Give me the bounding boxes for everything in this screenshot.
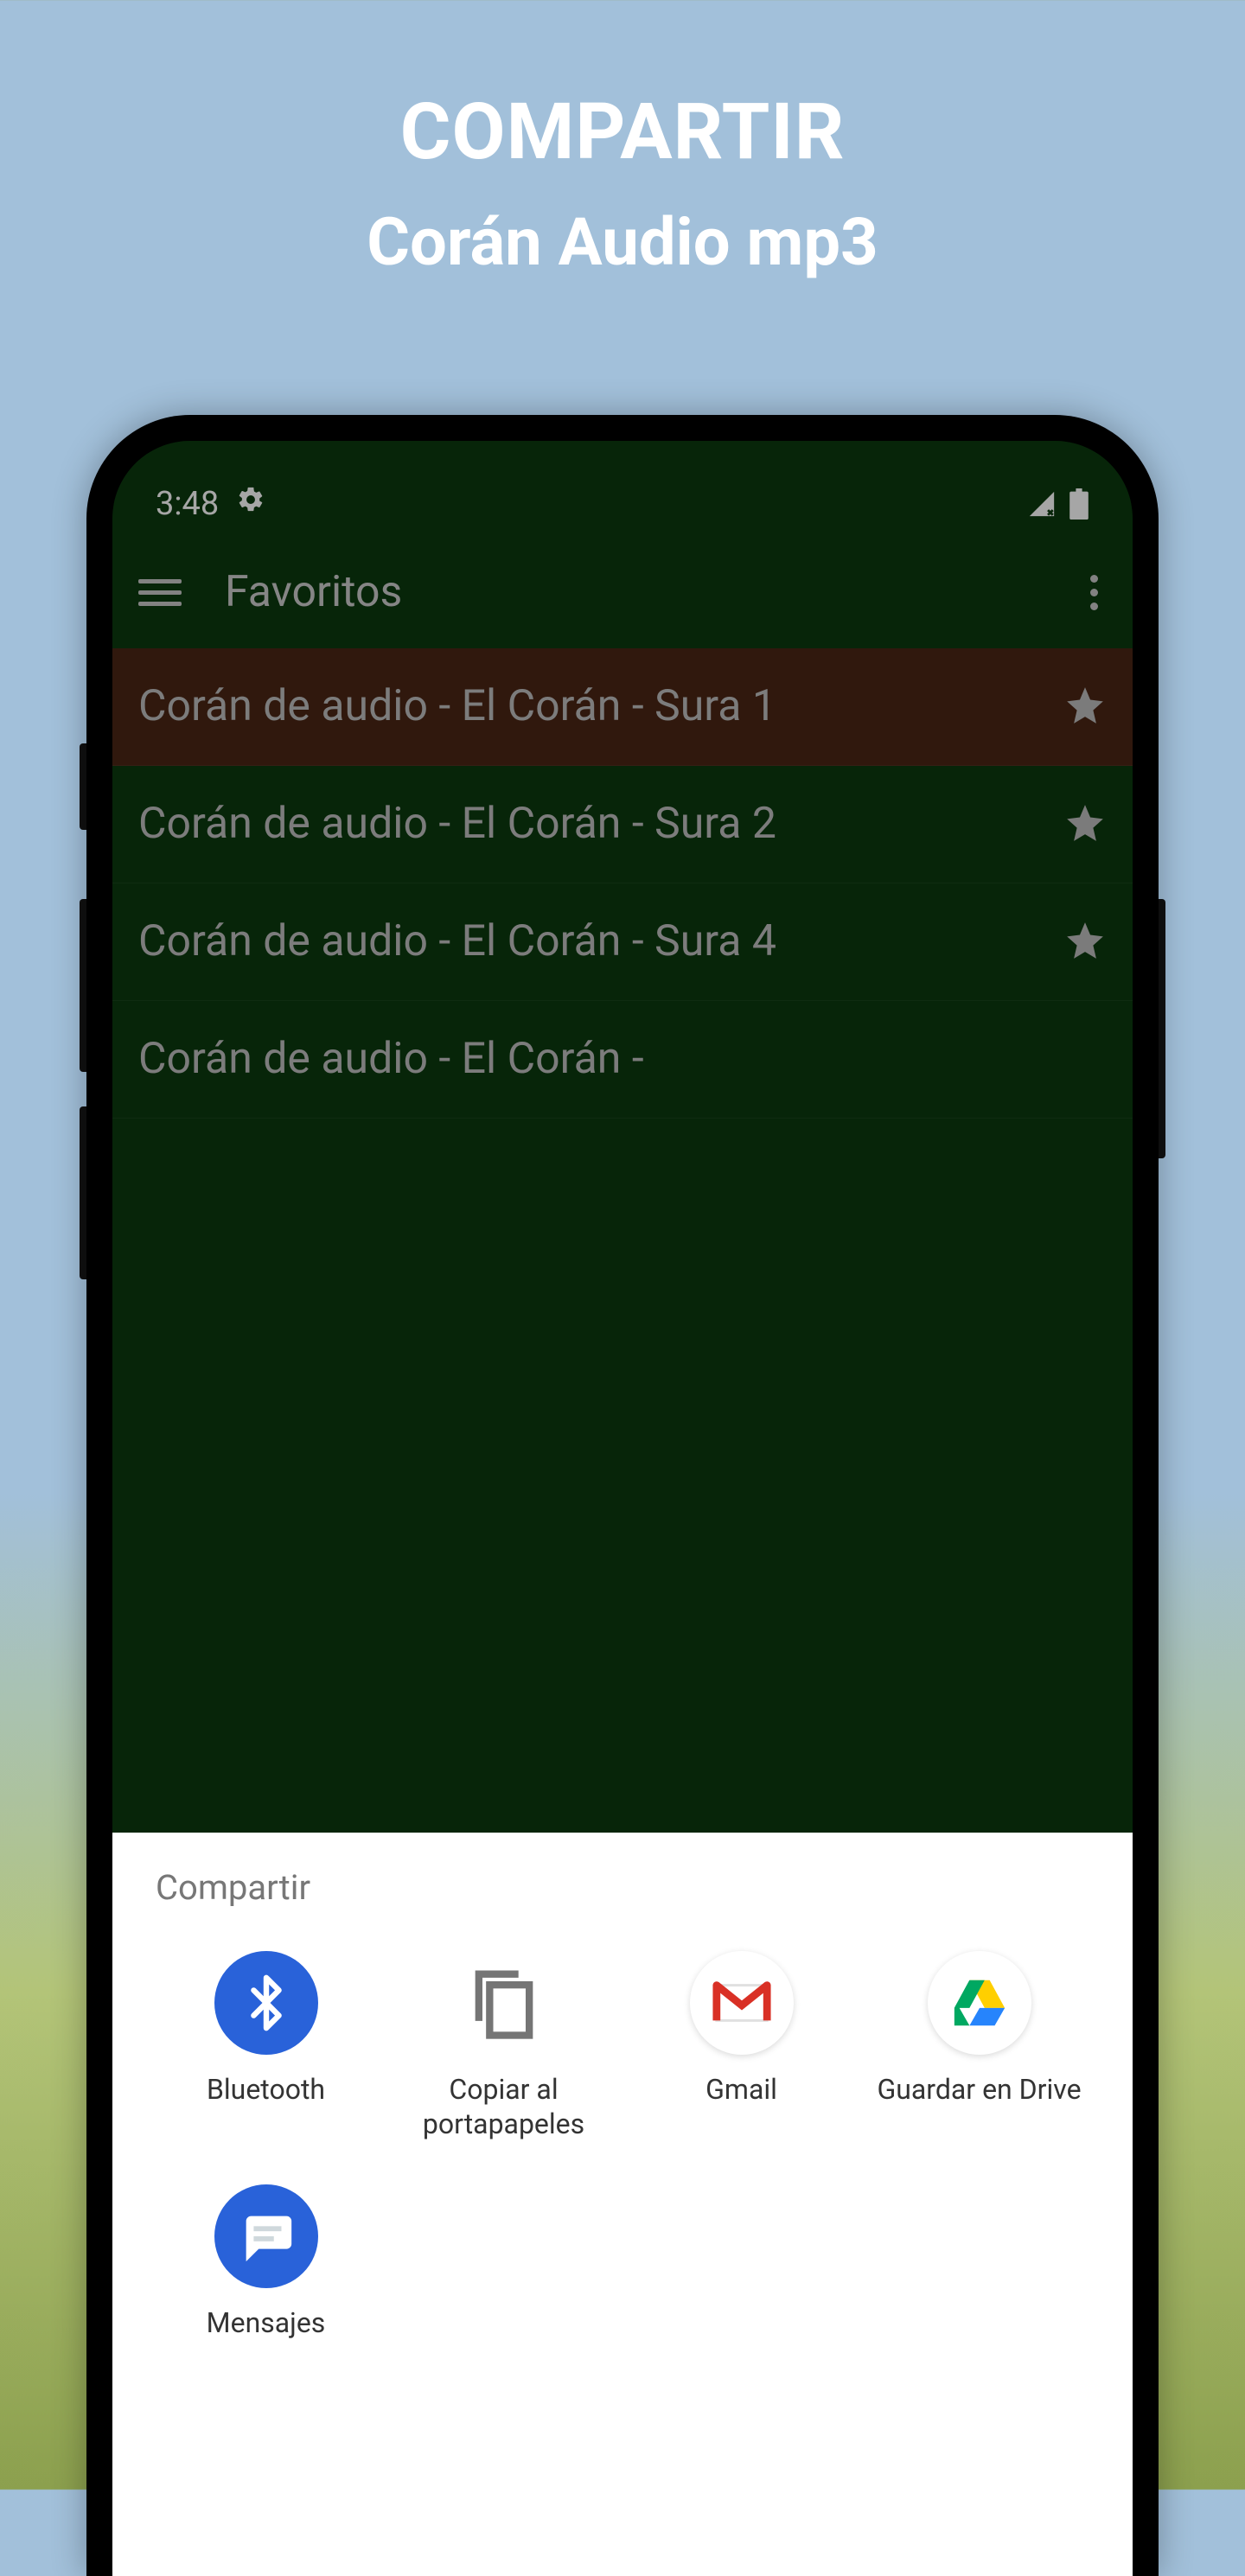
share-target-drive[interactable]: Guardar en Drive <box>869 1951 1089 2141</box>
phone-side-button <box>80 899 86 1072</box>
share-target-copy[interactable]: Copiar al portapapeles <box>393 1951 614 2141</box>
star-icon[interactable] <box>1063 801 1107 848</box>
share-target-gmail[interactable]: Gmail <box>631 1951 852 2141</box>
phone-side-button <box>80 743 86 830</box>
gmail-icon <box>690 1951 794 2055</box>
status-bar: 3:48 <box>112 441 1133 536</box>
bluetooth-icon <box>214 1951 318 2055</box>
list-item[interactable]: Corán de audio - El Corán - Sura 4 <box>112 883 1133 1001</box>
phone-side-button <box>1159 899 1165 1158</box>
drive-icon <box>928 1951 1031 2055</box>
phone-screen: 3:48 Favoritos <box>112 441 1133 2576</box>
favorites-list: Corán de audio - El Corán - Sura 1 Corán… <box>112 648 1133 1119</box>
hamburger-icon[interactable] <box>138 579 182 606</box>
copy-icon <box>452 1951 556 2055</box>
list-item[interactable]: Corán de audio - El Corán - Sura 1 <box>112 648 1133 766</box>
signal-icon <box>1027 489 1057 522</box>
gear-icon <box>236 485 265 523</box>
app-bar: Favoritos <box>112 536 1133 648</box>
list-item[interactable]: Corán de audio - El Corán - <box>112 1001 1133 1119</box>
status-time: 3:48 <box>156 485 219 523</box>
share-target-label: Bluetooth <box>207 2072 325 2107</box>
promo-text: COMPARTIR Corán Audio mp3 <box>0 0 1245 281</box>
share-target-bluetooth[interactable]: Bluetooth <box>156 1951 376 2141</box>
share-target-label: Guardar en Drive <box>877 2072 1081 2107</box>
promo-title: COMPARTIR <box>0 86 1245 177</box>
share-target-label: Gmail <box>706 2072 777 2107</box>
star-icon[interactable] <box>1063 919 1107 966</box>
list-item-label: Corán de audio - El Corán - Sura 2 <box>138 796 1063 852</box>
battery-icon <box>1069 488 1089 523</box>
share-sheet-title: Compartir <box>156 1867 1089 1908</box>
list-item-label: Corán de audio - El Corán - Sura 1 <box>138 679 1063 735</box>
promo-subtitle: Corán Audio mp3 <box>0 203 1245 281</box>
list-item-label: Corán de audio - El Corán - Sura 4 <box>138 914 1063 970</box>
share-sheet: Compartir Bluetooth Copiar al portapapel… <box>112 1833 1133 2576</box>
star-icon[interactable] <box>1063 684 1107 730</box>
app-title: Favoritos <box>225 567 1090 617</box>
share-target-label: Mensajes <box>207 2305 326 2340</box>
list-item-label: Corán de audio - El Corán - <box>138 1031 1107 1087</box>
phone-side-button <box>80 1106 86 1279</box>
phone-body: 3:48 Favoritos <box>86 415 1159 2576</box>
more-vertical-icon[interactable] <box>1090 575 1107 610</box>
share-target-messages[interactable]: Mensajes <box>156 2184 376 2340</box>
share-target-label: Copiar al portapapeles <box>393 2072 614 2141</box>
phone-frame: 3:48 Favoritos <box>86 415 1159 2576</box>
messages-icon <box>214 2184 318 2288</box>
list-item[interactable]: Corán de audio - El Corán - Sura 2 <box>112 766 1133 883</box>
share-grid: Bluetooth Copiar al portapapeles Gmail <box>156 1951 1089 2340</box>
